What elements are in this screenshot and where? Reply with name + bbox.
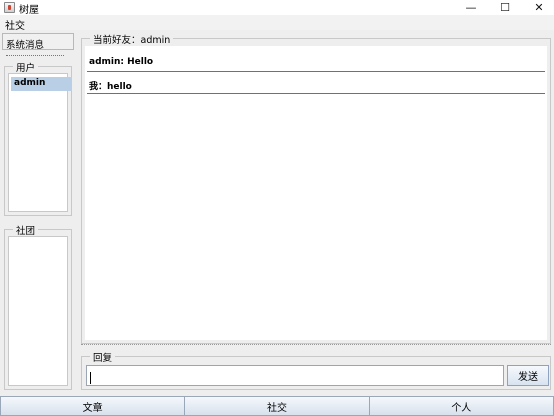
maximize-icon[interactable]: ☐	[490, 0, 520, 15]
menu-social[interactable]: 社交	[5, 17, 25, 32]
split-pane-divider[interactable]	[81, 344, 551, 345]
bottom-nav: 文章 社交 个人	[0, 396, 554, 416]
tab-social[interactable]: 社交	[185, 396, 370, 416]
chat-panel: 当前好友：admin admin: Hello 我：hello	[81, 32, 551, 344]
chat-panel-title: 当前好友：admin	[90, 32, 174, 46]
chat-message: admin: Hello	[87, 51, 545, 72]
group-list[interactable]	[8, 236, 68, 386]
sidebar-divider	[6, 55, 64, 56]
reply-panel: 回复 发送	[81, 350, 551, 390]
user-list-item[interactable]: admin	[11, 77, 72, 91]
chat-message: 我：hello	[87, 73, 545, 94]
groups-panel-title: 社团	[13, 223, 39, 237]
system-messages-tab[interactable]: 系统消息	[2, 33, 74, 51]
groups-panel: 社团	[4, 223, 72, 390]
tab-articles[interactable]: 文章	[0, 396, 186, 416]
chat-history[interactable]: admin: Hello 我：hello	[85, 46, 547, 340]
users-panel: 用户 admin	[4, 60, 72, 216]
window-title: 树屋	[19, 5, 39, 16]
text-caret	[90, 372, 91, 384]
menu-bar: 社交	[0, 15, 554, 32]
close-icon[interactable]: ✕	[524, 0, 554, 15]
tab-personal[interactable]: 个人	[369, 396, 554, 416]
reply-input[interactable]	[86, 365, 504, 386]
minimize-icon[interactable]: —	[456, 0, 486, 15]
reply-panel-title: 回复	[90, 350, 116, 364]
users-panel-title: 用户	[13, 60, 39, 74]
title-bar: 树屋 — ☐ ✕	[0, 0, 554, 16]
user-list[interactable]: admin	[8, 73, 72, 212]
app-icon	[4, 2, 15, 13]
send-button[interactable]: 发送	[507, 365, 549, 386]
